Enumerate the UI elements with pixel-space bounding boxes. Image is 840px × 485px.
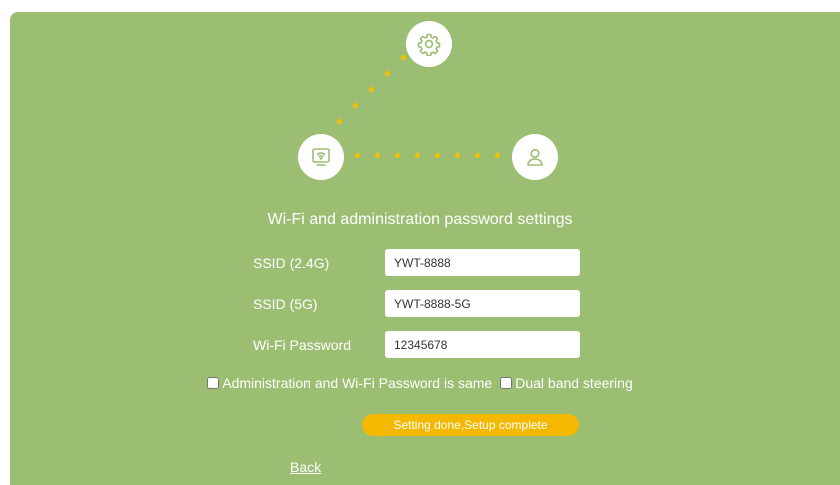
connector-dot bbox=[475, 153, 480, 158]
connector-dot bbox=[495, 153, 500, 158]
connector-dot bbox=[337, 119, 342, 124]
step-circle-settings bbox=[406, 21, 452, 67]
connector-dot bbox=[385, 71, 390, 76]
connector-dot bbox=[455, 153, 460, 158]
ssid-24g-label: SSID (2.4G) bbox=[253, 255, 330, 271]
same-password-checkbox[interactable] bbox=[207, 377, 220, 389]
dual-band-option[interactable]: Dual band steering bbox=[500, 375, 633, 391]
setup-complete-button[interactable]: Setting done,Setup complete bbox=[362, 414, 579, 436]
connector-dot bbox=[395, 153, 400, 158]
ssid-24g-input[interactable] bbox=[385, 249, 580, 276]
router-wifi-icon bbox=[309, 145, 333, 169]
connector-dot bbox=[375, 153, 380, 158]
connector-dot bbox=[355, 153, 360, 158]
dual-band-label: Dual band steering bbox=[515, 375, 633, 391]
connector-dot bbox=[369, 87, 374, 92]
options-row: Administration and Wi-Fi Password is sam… bbox=[0, 375, 840, 391]
wifi-password-label: Wi-Fi Password bbox=[253, 337, 352, 353]
user-icon bbox=[523, 145, 547, 169]
connector-dot bbox=[401, 55, 406, 60]
dual-band-checkbox[interactable] bbox=[500, 377, 513, 389]
same-password-option[interactable]: Administration and Wi-Fi Password is sam… bbox=[207, 375, 492, 391]
same-password-label: Administration and Wi-Fi Password is sam… bbox=[222, 375, 493, 391]
page-title: Wi-Fi and administration password settin… bbox=[267, 211, 573, 228]
step-circle-admin bbox=[512, 134, 558, 180]
ssid-5g-label: SSID (5G) bbox=[253, 296, 318, 312]
connector-dot bbox=[415, 153, 420, 158]
gear-icon bbox=[417, 32, 441, 56]
connector-dot bbox=[435, 153, 440, 158]
connector-dot bbox=[353, 103, 358, 108]
step-circle-wifi bbox=[298, 134, 344, 180]
back-link[interactable]: Back bbox=[290, 459, 321, 475]
ssid-5g-input[interactable] bbox=[385, 290, 580, 317]
wifi-password-input[interactable] bbox=[385, 331, 580, 358]
